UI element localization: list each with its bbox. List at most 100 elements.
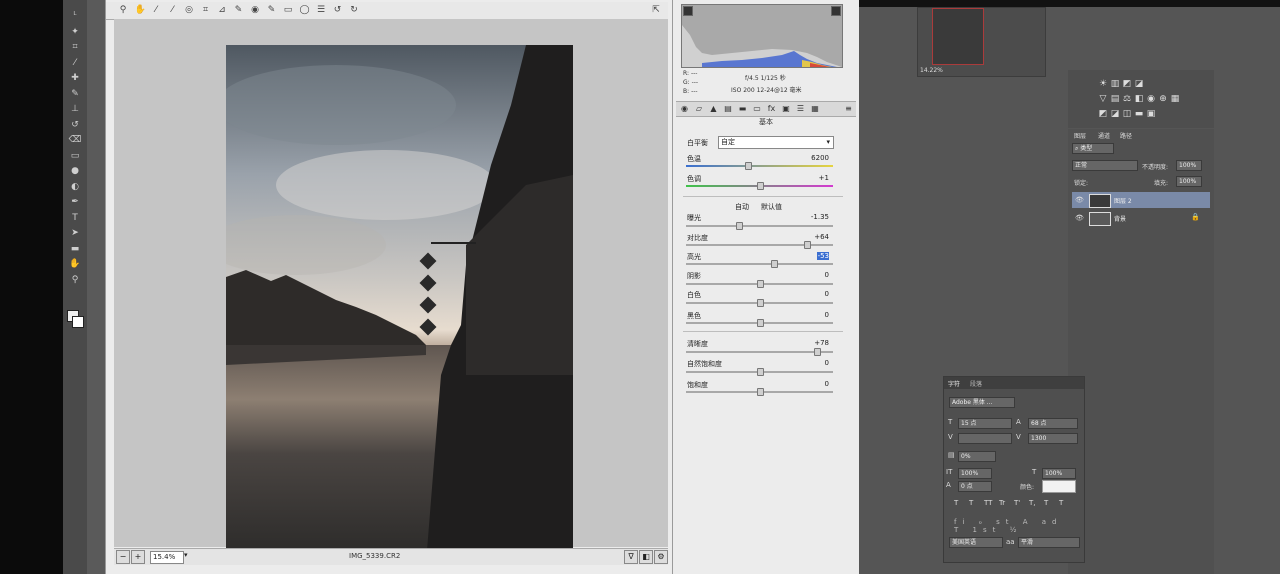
text-style-button[interactable]: T' <box>1014 499 1020 507</box>
slider-thumb[interactable] <box>756 280 764 288</box>
pen-icon[interactable]: ✒ <box>68 196 82 208</box>
tab-channels[interactable]: 通道 <box>1098 131 1110 140</box>
hand-icon[interactable]: ✋ <box>135 5 146 15</box>
hsl-tab-icon[interactable]: ▤ <box>724 104 733 113</box>
slider-value[interactable]: -1.35 <box>799 213 829 221</box>
navigator-zoom[interactable]: 14.22% <box>920 67 943 74</box>
color-balance-icon[interactable]: ⚖ <box>1122 94 1132 104</box>
tab-layers[interactable]: 图层 <box>1074 131 1086 140</box>
settings-icon[interactable]: ⚙ <box>654 550 668 564</box>
slider-thumb[interactable] <box>756 319 764 327</box>
radial-filter-icon[interactable]: ◯ <box>300 5 310 15</box>
graduated-filter-icon[interactable]: ▭ <box>283 5 293 15</box>
text-style-button[interactable]: T <box>969 499 973 507</box>
slider-track[interactable] <box>686 222 833 230</box>
effects-tab-icon[interactable]: fx <box>767 104 776 113</box>
rotate-right-icon[interactable]: ↻ <box>349 5 359 15</box>
text-style-button[interactable]: T <box>1044 499 1048 507</box>
blend-mode-select[interactable]: 正常 <box>1072 160 1138 171</box>
type-icon[interactable]: T <box>68 212 82 224</box>
image-preview-area[interactable] <box>114 19 668 563</box>
tracking-field[interactable]: 1300 <box>1028 433 1078 444</box>
slider-value[interactable]: 0 <box>799 271 829 279</box>
eye-icon[interactable]: 👁 <box>1075 214 1084 222</box>
vibrance-icon[interactable]: ▽ <box>1098 94 1108 104</box>
presets-tab-icon[interactable]: ☰ <box>796 104 805 113</box>
fullscreen-icon[interactable]: ⇱ <box>651 5 661 15</box>
threshold-icon[interactable]: ◫ <box>1122 109 1132 119</box>
slider-track[interactable] <box>686 388 833 396</box>
eye-icon[interactable]: 👁 <box>1075 196 1084 204</box>
color-sampler-icon[interactable]: ⁄ <box>168 5 178 15</box>
font-size-field[interactable]: 15 点 <box>958 418 1012 429</box>
eyedropper-icon[interactable]: ⁄ <box>68 57 82 69</box>
blur-icon[interactable]: ● <box>68 165 82 177</box>
posterize-icon[interactable]: ◪ <box>1110 109 1120 119</box>
snapshots-tab-icon[interactable]: ▦ <box>811 104 820 113</box>
spot-removal-icon[interactable]: ✎ <box>234 5 244 15</box>
background-color-swatch[interactable] <box>72 316 84 328</box>
default-link[interactable]: 默认值 <box>761 202 782 212</box>
tab-paths[interactable]: 路径 <box>1120 131 1132 140</box>
basic-tab-icon[interactable]: ◉ <box>680 104 689 113</box>
brush-icon[interactable]: ✎ <box>68 88 82 100</box>
slider-track[interactable] <box>686 348 833 356</box>
tone-curve-tab-icon[interactable]: ▱ <box>695 104 704 113</box>
spot-healing-icon[interactable]: ✚ <box>68 72 82 84</box>
compare-icon[interactable]: ◧ <box>639 550 653 564</box>
slider-track[interactable] <box>686 182 833 190</box>
camera-calibration-tab-icon[interactable]: ▣ <box>782 104 791 113</box>
curves-icon[interactable]: ◩ <box>1122 79 1132 89</box>
slider-thumb[interactable] <box>756 182 764 190</box>
preferences-icon[interactable]: ☰ <box>316 5 326 15</box>
brightness-icon[interactable]: ☀ <box>1098 79 1108 89</box>
layer-filter-select[interactable]: ⌕ 类型 <box>1072 143 1114 154</box>
color-lookup-icon[interactable]: ▦ <box>1170 94 1180 104</box>
slider-track[interactable] <box>686 368 833 376</box>
tab-paragraph[interactable]: 段落 <box>970 379 982 388</box>
zoom-in-button[interactable]: + <box>131 550 145 564</box>
layer-item-layer-2[interactable]: 👁 图层 2 <box>1072 192 1210 208</box>
opacity-field[interactable]: 100% <box>1176 160 1202 171</box>
text-style-button[interactable]: T <box>954 499 958 507</box>
crop-icon[interactable]: ⌗ <box>68 41 82 53</box>
slider-thumb[interactable] <box>756 368 764 376</box>
zoom-icon[interactable]: ⚲ <box>118 5 128 15</box>
rectangle-icon[interactable]: ▬ <box>68 243 82 255</box>
baseline-field[interactable]: 0 点 <box>958 481 992 492</box>
slider-track[interactable] <box>686 280 833 288</box>
layer-item-background[interactable]: 👁 背景 🔒 <box>1072 210 1210 226</box>
black-white-icon[interactable]: ◧ <box>1134 94 1144 104</box>
slider-value[interactable]: +78 <box>799 339 829 347</box>
history-brush-icon[interactable]: ↺ <box>68 119 82 131</box>
zoom-level-field[interactable]: 15.4% <box>150 551 184 564</box>
adjustment-brush-icon[interactable]: ✎ <box>267 5 277 15</box>
text-style-button[interactable]: T <box>1059 499 1063 507</box>
antialias-select[interactable]: 平滑 <box>1018 537 1080 548</box>
photo-filter-icon[interactable]: ◉ <box>1146 94 1156 104</box>
shadow-clipping-toggle[interactable] <box>683 6 693 16</box>
auto-link[interactable]: 自动 <box>735 202 749 212</box>
slider-thumb[interactable] <box>735 222 743 230</box>
clone-stamp-icon[interactable]: ⊥ <box>68 103 82 115</box>
path-select-icon[interactable]: ➤ <box>68 227 82 239</box>
slider-value[interactable]: 0 <box>799 380 829 388</box>
slider-track[interactable] <box>686 299 833 307</box>
zoom-out-button[interactable]: − <box>116 550 130 564</box>
slider-value[interactable]: 0 <box>799 311 829 319</box>
horizontal-scale-field[interactable]: 100% <box>1042 468 1076 479</box>
split-toning-tab-icon[interactable]: ▬ <box>738 104 747 113</box>
text-style-button[interactable]: TT <box>984 499 992 507</box>
red-eye-icon[interactable]: ◉ <box>250 5 260 15</box>
zoom-icon[interactable]: ⚲ <box>68 274 82 286</box>
vertical-scale-field[interactable]: 100% <box>958 468 992 479</box>
hand-icon[interactable]: ✋ <box>68 258 82 270</box>
language-select[interactable]: 美国英语 <box>949 537 1003 548</box>
slider-thumb[interactable] <box>803 241 811 249</box>
levels-icon[interactable]: ▥ <box>1110 79 1120 89</box>
slider-value[interactable]: 0 <box>799 359 829 367</box>
slider-track[interactable] <box>686 162 833 170</box>
slider-track[interactable] <box>686 260 833 268</box>
slider-value[interactable]: +64 <box>799 233 829 241</box>
filter-icon[interactable]: ∇ <box>624 550 638 564</box>
